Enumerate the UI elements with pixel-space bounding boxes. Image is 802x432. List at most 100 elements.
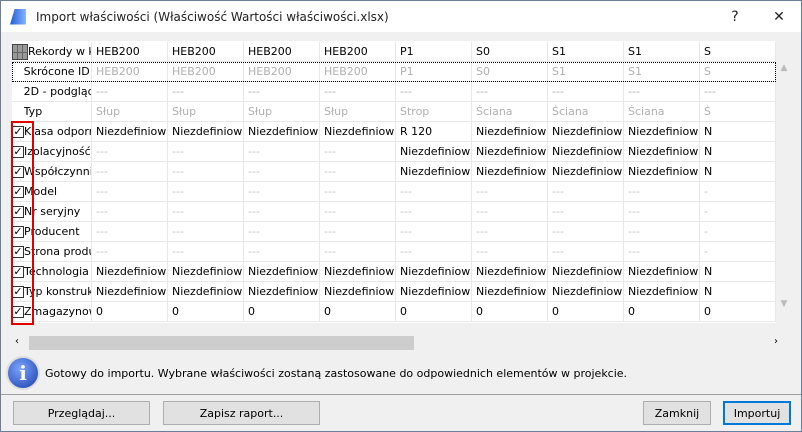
grid-cell: S1 [548,62,624,81]
row-label: 2D - podgląd rzutu [24,82,92,101]
grid-cell: --- [168,202,244,221]
vertical-scrollbar[interactable]: ▲ ▼ [776,41,792,323]
row-label: Współczynnik U [24,162,92,181]
import-button[interactable]: Importuj [723,401,791,425]
grid-cell: --- [320,82,396,101]
grid-cell: HEB200 [92,62,168,81]
horizontal-scroll-thumb[interactable] [29,336,414,350]
grid-cell: Strop [396,102,472,121]
grid-cell: HEB200 [244,62,320,81]
status-message: Gotowy do importu. Wybrane właściwości z… [45,367,628,380]
grid-cell: --- [92,222,168,241]
grid-cell: Ściana [472,102,548,121]
grid-cell: Niezdefiniowana [396,262,472,281]
grid-cell: --- [320,162,396,181]
info-row: Typ Słup Słup Słup Słup Strop Ściana Ściana Ścia… [12,102,776,122]
grid-cell: Ś [700,102,776,121]
grid-cell: Niezdefiniowana [396,142,472,161]
browse-button[interactable]: Przeglądaj... [13,401,150,425]
grid-cell: N [700,142,776,161]
row-label: Model [24,182,92,201]
property-row[interactable]: ✓Klasa odporności ogniowejNiezdefiniowan… [12,122,776,142]
grid-cell: --- [320,242,396,261]
grid-cell: --- [472,82,548,101]
grid-cell: Niezdefiniowana [624,282,700,301]
grid-cell: - [700,222,776,241]
grid-cell: --- [168,242,244,261]
property-row[interactable]: ✓Zmagazynowana energia000000000 [12,302,776,322]
grid-cell: --- [244,142,320,161]
grid-cell: 0 [624,302,700,321]
grid-cell: --- [168,82,244,101]
grid-cell: --- [472,182,548,201]
grid-cell: - [700,242,776,261]
property-row[interactable]: ✓ Model --- --- --- --- --- --- --- --- - [12,182,776,202]
grid-cell: --- [548,182,624,201]
empty-cell [12,82,24,102]
grid-layout-icon [12,42,28,62]
grid-cell: --- [92,202,168,221]
grid-cell: P1 [396,42,472,61]
grid-cell: --- [396,222,472,241]
grid-cell: - [700,182,776,201]
properties-grid: Rekordy w kolumnachHEB200HEB200HEB200HEB… [12,41,776,323]
grid-cell: Niezdefiniowana [92,262,168,281]
scroll-right-icon[interactable]: › [774,336,778,347]
scroll-left-icon[interactable]: ‹ [15,336,19,347]
grid-cell: --- [92,162,168,181]
grid-cell: --- [624,182,700,201]
property-row[interactable]: ✓Izolacyjność akustyczna------------Niez… [12,142,776,162]
grid-cell: 0 [244,302,320,321]
help-button[interactable]: ? [715,1,755,32]
property-row[interactable]: ✓ Nr seryjny --- --- --- --- --- --- --- --- - [12,202,776,222]
grid-cell: Niezdefiniowana [472,122,548,141]
title-bar: Import właściwości (Właściwość Wartości … [1,1,801,32]
property-row[interactable]: ✓TechnologiaNiezdefiniowanaNiezdefiniowa… [12,262,776,282]
scroll-down-icon[interactable]: ▼ [776,299,792,309]
grid-cell: Słup [244,102,320,121]
grid-cell: --- [92,82,168,101]
grid-cell: Niezdefiniowana [548,262,624,281]
grid-cell: Niezdefiniowana [396,162,472,181]
grid-cell: N [700,282,776,301]
info-row: 2D - podgląd rzutu----------------------… [12,82,776,102]
grid-cell: Niezdefiniowana [472,162,548,181]
close-button[interactable]: Zamknij [643,401,711,425]
grid-cell: --- [168,162,244,181]
grid-cell: --- [624,222,700,241]
grid-cell: P1 [396,62,472,81]
grid-cell: --- [168,222,244,241]
grid-cell: HEB200 [320,62,396,81]
grid-cell: --- [624,82,700,101]
property-row[interactable]: ✓Typ konstrukcjiNiezdefiniowanaNiezdefin… [12,282,776,302]
property-row[interactable]: ✓Współczynnik U------------Niezdefiniowa… [12,162,776,182]
horizontal-scrollbar[interactable]: ‹ › [12,335,792,351]
row-label: Technologia [24,262,92,281]
grid-cell: 0 [472,302,548,321]
grid-cell: HEB200 [92,42,168,61]
close-window-button[interactable]: ✕ [759,1,799,32]
grid-cell: --- [320,222,396,241]
header-row: Rekordy w kolumnachHEB200HEB200HEB200HEB… [12,42,776,62]
grid-cell: --- [624,202,700,221]
info-row: Skrócone ID elementuHEB200HEB200HEB200HE… [12,62,776,82]
grid-cell: Niezdefiniowana [472,262,548,281]
grid-cell: --- [320,202,396,221]
grid-cell: Niezdefiniowana [92,282,168,301]
grid-cell: Niezdefiniowana [92,122,168,141]
grid-cell: --- [92,242,168,261]
grid-cell: --- [472,222,548,241]
scroll-up-icon[interactable]: ▲ [776,63,792,73]
grid-cell: --- [472,202,548,221]
property-row[interactable]: ✓Strona produktu------------------------… [12,242,776,262]
property-row[interactable]: ✓ Producent --- --- --- --- --- --- --- --- - [12,222,776,242]
grid-cell: R 120 [396,122,472,141]
grid-cell: S0 [472,42,548,61]
grid-cell: HEB200 [244,42,320,61]
grid-cell: --- [244,162,320,181]
grid-cell: Niezdefiniowana [624,142,700,161]
grid-cell: --- [472,242,548,261]
save-report-button[interactable]: Zapisz raport... [163,401,320,425]
grid-cell: S1 [548,42,624,61]
grid-cell: --- [548,222,624,241]
